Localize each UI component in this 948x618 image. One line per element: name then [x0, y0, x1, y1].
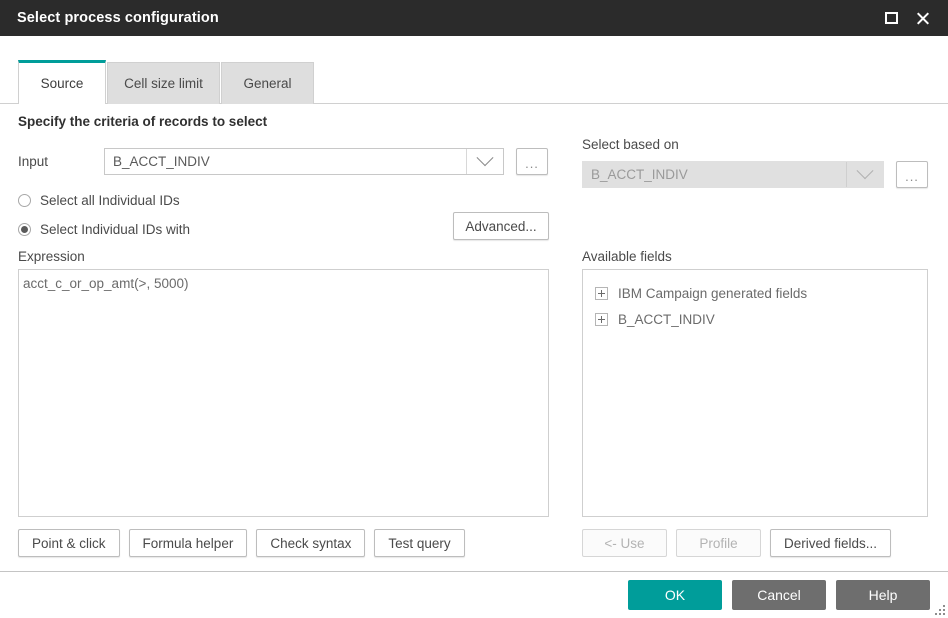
window-controls [878, 5, 936, 31]
derived-fields-button[interactable]: Derived fields... [770, 529, 892, 557]
tree-item-b-acct-indiv-label: B_ACCT_INDIV [618, 311, 715, 327]
input-row: Input B_ACCT_INDIV ... [18, 148, 548, 175]
radio-select-all-label: Select all Individual IDs [40, 193, 180, 208]
expand-plus-icon[interactable] [595, 312, 608, 326]
expand-plus-icon[interactable] [595, 286, 608, 300]
radio-select-with-label: Select Individual IDs with [40, 222, 191, 237]
expression-textarea[interactable]: acct_c_or_op_amt(>, 5000) [18, 269, 549, 517]
select-based-on-value: B_ACCT_INDIV [591, 167, 688, 182]
formula-helper-button[interactable]: Formula helper [128, 529, 248, 557]
tree-item-b-acct-indiv[interactable]: B_ACCT_INDIV [583, 306, 927, 332]
tab-source[interactable]: Source [18, 60, 106, 105]
tab-list: Source Cell size limit General [18, 60, 315, 105]
check-syntax-button[interactable]: Check syntax [256, 529, 366, 557]
radio-select-all-individual-ids[interactable]: Select all Individual IDs [18, 193, 180, 208]
ok-button[interactable]: OK [628, 580, 722, 610]
maximize-icon [884, 12, 898, 24]
advanced-button[interactable]: Advanced... [453, 212, 549, 240]
tab-cell-size-limit[interactable]: Cell size limit [107, 62, 220, 104]
close-button[interactable] [910, 5, 936, 31]
tree-item-generated-fields-label: IBM Campaign generated fields [618, 285, 808, 301]
expression-button-group: Point & click Formula helper Check synta… [18, 529, 465, 557]
available-fields-label: Available fields [582, 249, 672, 264]
select-based-on-row: B_ACCT_INDIV ... [582, 161, 928, 188]
field-button-group: <- Use Profile Derived fields... [582, 529, 892, 557]
tab-cell-size-limit-label: Cell size limit [124, 76, 203, 91]
tab-strip: Source Cell size limit General [0, 36, 948, 105]
tab-general-label: General [243, 76, 292, 91]
available-fields-tree[interactable]: IBM Campaign generated fields B_ACCT_IND… [582, 269, 928, 517]
section-heading: Specify the criteria of records to selec… [18, 114, 268, 129]
dialog-footer: OK Cancel Help [0, 572, 948, 618]
select-based-on-label: Select based on [582, 137, 679, 152]
expression-label: Expression [18, 249, 85, 264]
select-based-on-browse-button[interactable]: ... [896, 161, 928, 188]
maximize-button[interactable] [878, 5, 904, 31]
input-combobox-arrow[interactable] [466, 148, 503, 174]
cancel-button[interactable]: Cancel [732, 580, 826, 610]
footer-button-group: OK Cancel Help [628, 580, 930, 610]
point-and-click-button[interactable]: Point & click [18, 529, 120, 557]
use-button: <- Use [582, 529, 667, 557]
profile-button: Profile [676, 529, 761, 557]
input-browse-button[interactable]: ... [516, 148, 548, 175]
select-based-on-combobox: B_ACCT_INDIV [582, 161, 884, 188]
select-based-on-arrow [846, 161, 883, 187]
source-tab-panel: Specify the criteria of records to selec… [0, 104, 948, 571]
radio-select-individual-ids-with[interactable]: Select Individual IDs with [18, 222, 190, 237]
title-bar: Select process configuration [0, 0, 948, 36]
input-label: Input [18, 154, 49, 169]
tab-general[interactable]: General [221, 62, 314, 104]
resize-grip[interactable] [931, 601, 945, 615]
close-icon [916, 11, 931, 26]
input-combobox-value: B_ACCT_INDIV [113, 154, 210, 169]
input-combobox[interactable]: B_ACCT_INDIV [104, 148, 504, 175]
select-process-configuration-dialog: Select process configuration Source Cell… [0, 0, 948, 618]
radio-icon-unchecked [18, 194, 31, 207]
tab-source-label: Source [40, 76, 84, 91]
radio-icon-checked [18, 223, 31, 236]
help-button[interactable]: Help [836, 580, 930, 610]
chevron-down-icon [476, 148, 494, 166]
window-title: Select process configuration [17, 10, 219, 26]
expression-text: acct_c_or_op_amt(>, 5000) [23, 276, 189, 291]
chevron-down-icon [856, 161, 874, 179]
test-query-button[interactable]: Test query [374, 529, 465, 557]
tree-item-generated-fields[interactable]: IBM Campaign generated fields [583, 280, 927, 306]
